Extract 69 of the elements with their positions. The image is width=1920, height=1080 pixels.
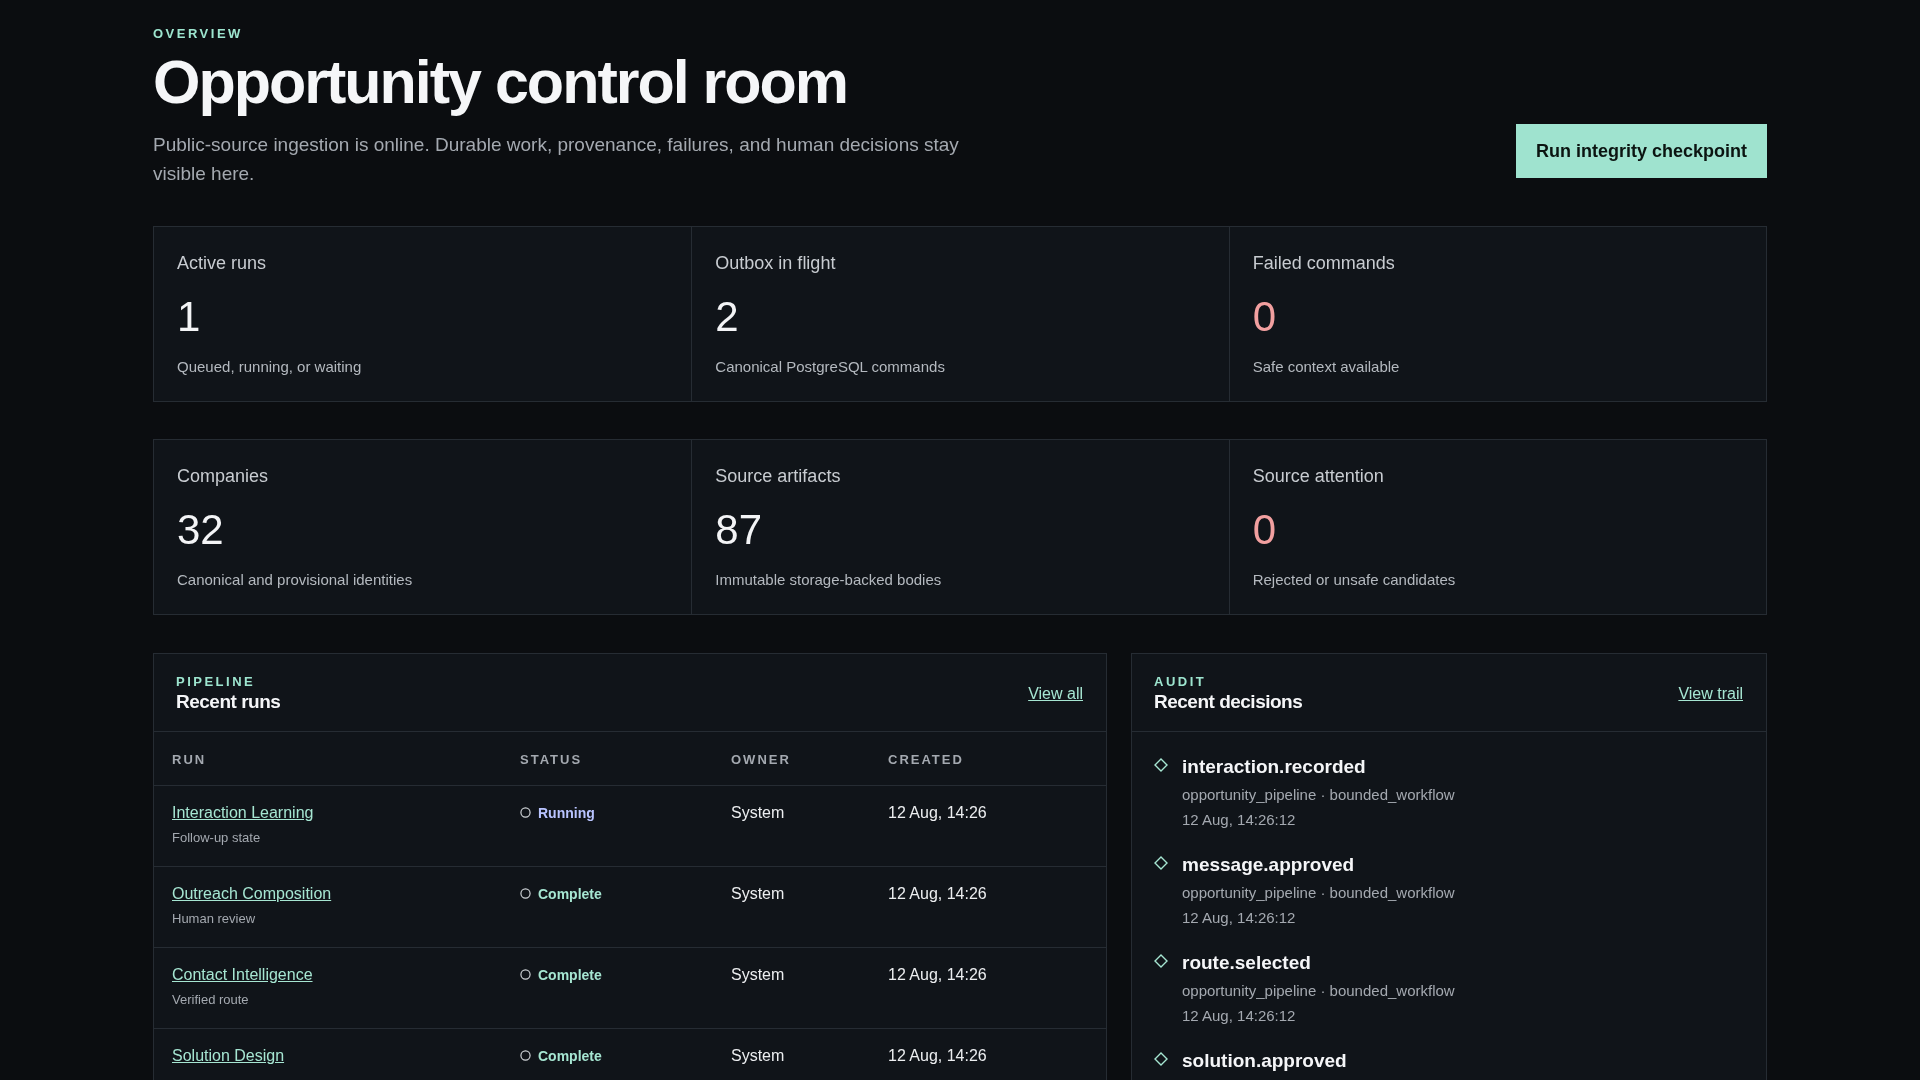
run-link[interactable]: Outreach Composition xyxy=(172,885,332,903)
status-label: Running xyxy=(520,804,595,821)
run-detail: Verified route xyxy=(172,992,250,1008)
stat-caption: Immutable storage-backed bodies xyxy=(715,571,943,589)
owner-cell: System xyxy=(713,1028,870,1080)
event-name: interaction.recorded xyxy=(1182,756,1367,779)
circle-icon xyxy=(520,969,531,981)
stat-caption: Queued, running, or waiting xyxy=(177,358,363,376)
stat-value: 0 xyxy=(1252,296,1277,339)
panel-eyebrow: AUDIT xyxy=(1154,674,1208,690)
stat-caption: Safe context available xyxy=(1252,358,1401,376)
status-label: Complete xyxy=(520,885,602,902)
diamond-icon xyxy=(1154,954,1168,969)
event-time: 12 Aug, 14:26:12 xyxy=(1182,811,1297,829)
view-all-link[interactable]: View all xyxy=(1028,684,1083,703)
diamond-icon xyxy=(1154,758,1168,773)
event-name: message.approved xyxy=(1182,854,1356,877)
stat-label: Companies xyxy=(177,466,270,488)
status-label: Complete xyxy=(520,1047,602,1064)
stat-caption: Canonical PostgreSQL commands xyxy=(715,358,946,376)
event-context: opportunity_pipeline · bounded_workflow xyxy=(1182,786,1456,804)
checkpoint-button[interactable]: Run integrity checkpoint xyxy=(1515,124,1767,179)
event-name: solution.approved xyxy=(1182,1050,1348,1073)
status-label: Complete xyxy=(520,966,602,983)
owner-cell: System xyxy=(713,947,870,1029)
stat-label: Outbox in flight xyxy=(715,253,837,275)
event-time: 12 Aug, 14:26:12 xyxy=(1182,1007,1297,1025)
circle-icon xyxy=(520,1050,531,1062)
page-title: Opportunity control room xyxy=(153,49,849,117)
column-header: STATUS xyxy=(502,732,713,786)
created-cell: 12 Aug, 14:26 xyxy=(870,1028,1106,1080)
owner-cell: System xyxy=(713,785,870,867)
page-subtitle: Public-source ingestion is online. Durable work, provenance, failures, and human decisions stay visible here. xyxy=(153,133,960,187)
column-header: RUN xyxy=(154,732,502,786)
stat-value: 32 xyxy=(177,509,225,552)
created-cell: 12 Aug, 14:26 xyxy=(870,866,1106,948)
stat-label: Source attention xyxy=(1252,466,1385,488)
stat-value: 2 xyxy=(715,296,740,339)
stat-label: Active runs xyxy=(177,253,268,275)
run-link[interactable]: Interaction Learning xyxy=(172,804,314,822)
run-detail: Human review xyxy=(172,911,257,927)
stat-caption: Rejected or unsafe candidates xyxy=(1252,571,1457,589)
panel-title: Recent decisions xyxy=(1154,691,1303,714)
run-link[interactable]: Solution Design xyxy=(172,1047,285,1065)
event-name: route.selected xyxy=(1182,952,1312,975)
panel-title: Recent runs xyxy=(176,691,281,714)
created-cell: 12 Aug, 14:26 xyxy=(870,947,1106,1029)
run-link[interactable]: Contact Intelligence xyxy=(172,966,313,984)
column-header: CREATED xyxy=(870,732,1106,786)
stat-value: 0 xyxy=(1252,509,1277,552)
event-context: opportunity_pipeline · bounded_workflow xyxy=(1182,884,1456,902)
event-context: opportunity_pipeline · bounded_workflow xyxy=(1182,982,1456,1000)
circle-icon xyxy=(520,888,531,900)
owner-cell: System xyxy=(713,866,870,948)
created-cell: 12 Aug, 14:26 xyxy=(870,785,1106,867)
column-header: OWNER xyxy=(713,732,870,786)
stat-caption: Canonical and provisional identities xyxy=(177,571,414,589)
stat-label: Failed commands xyxy=(1252,253,1396,275)
stat-label: Source artifacts xyxy=(715,466,842,488)
diamond-icon xyxy=(1154,856,1168,871)
event-time: 12 Aug, 14:26:12 xyxy=(1182,909,1297,927)
run-detail: Follow-up state xyxy=(172,830,262,846)
stat-value: 1 xyxy=(177,296,202,339)
stat-value: 87 xyxy=(715,509,764,552)
section-eyebrow: OVERVIEW xyxy=(153,26,244,41)
view-trail-link[interactable]: View trail xyxy=(1678,684,1743,703)
diamond-icon xyxy=(1154,1052,1168,1067)
circle-icon xyxy=(520,807,531,819)
panel-eyebrow: PIPELINE xyxy=(176,674,257,690)
